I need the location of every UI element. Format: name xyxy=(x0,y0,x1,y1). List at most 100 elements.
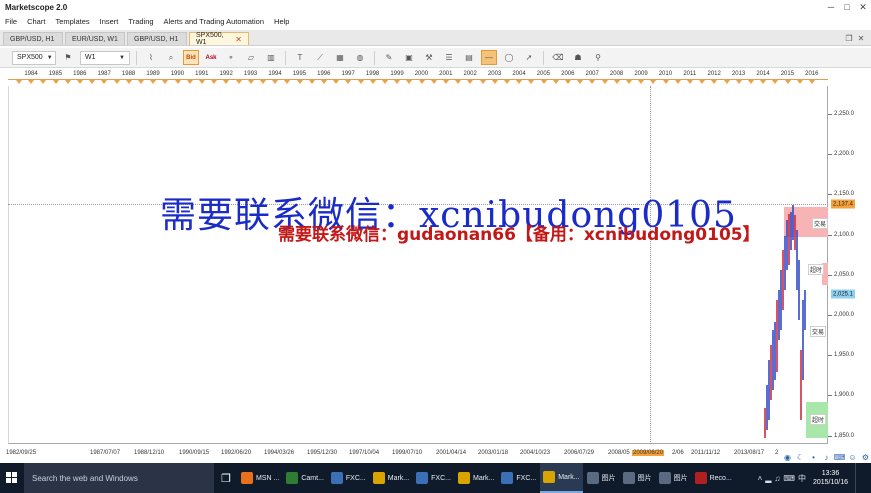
chart-status-tools: ◉ ☾ • ♪ ⌨ ☺ ⚙ xyxy=(782,452,871,463)
price-label: 1,850.0 xyxy=(834,432,855,439)
app-icon xyxy=(457,472,470,484)
clock-time: 13:36 xyxy=(821,470,840,477)
price-axis: 2,137.4 2,025.1 2,250.0 2,200.0 2,150.0 2,1… xyxy=(828,86,871,444)
app-icon xyxy=(694,472,707,484)
price-candles xyxy=(764,205,806,438)
taskbar-app[interactable]: 图片 xyxy=(656,463,691,493)
taskbar-app[interactable]: FXC... xyxy=(328,463,369,493)
date-label: 2004/10/23 xyxy=(520,450,551,456)
taskbar-app[interactable]: Mark... xyxy=(540,463,583,493)
high-price-flag: 2,137.4 xyxy=(831,199,856,209)
taskbar-app[interactable]: 图片 xyxy=(620,463,655,493)
price-label: 2,050.0 xyxy=(834,271,855,278)
task-view-icon[interactable]: ❐ xyxy=(214,463,238,493)
taskbar-app[interactable]: Camt... xyxy=(283,463,327,493)
windows-taskbar: Search the web and Windows ❐ MSN ... Camt… xyxy=(0,463,871,493)
user-icon[interactable]: ☺ xyxy=(847,452,858,463)
start-button[interactable] xyxy=(0,463,24,493)
price-tick xyxy=(828,395,832,397)
app-icon xyxy=(586,472,599,484)
keyboard-icon[interactable]: ⌨ xyxy=(783,474,795,483)
system-tray: ˄ ▂ ♫ ⌨ 中 13:36 2015/10/16 xyxy=(758,463,871,493)
taskbar-app[interactable]: MSN ... xyxy=(238,463,282,493)
mic-icon[interactable]: ♪ xyxy=(821,452,832,463)
app-label: FXC... xyxy=(516,474,537,482)
price-label: 1,900.0 xyxy=(834,392,855,399)
price-tick xyxy=(828,435,832,437)
taskbar-app[interactable]: Reco... xyxy=(692,463,735,493)
taskbar-app[interactable]: FXC... xyxy=(413,463,454,493)
price-tick xyxy=(828,114,832,115)
app-label: Camt... xyxy=(301,474,324,482)
date-label: 2/06 xyxy=(672,450,684,456)
dot-icon[interactable]: • xyxy=(808,452,819,463)
watermark-red: 需要联系微信：gudaonan66【备用：xcnibudong0105】 xyxy=(278,225,760,245)
date-label: 2003/01/18 xyxy=(478,450,509,456)
price-label: 2,100.0 xyxy=(834,231,855,238)
date-label: 1994/03/26 xyxy=(264,450,295,456)
taskbar-app[interactable]: 图片 xyxy=(584,463,619,493)
date-label: 1982/09/25 xyxy=(6,450,37,456)
volume-icon[interactable]: ♫ xyxy=(774,474,780,483)
date-label: 1990/09/15 xyxy=(179,450,210,456)
clock-date: 2015/10/16 xyxy=(812,479,848,486)
date-label: 2013/08/17 xyxy=(734,450,765,456)
moon-icon[interactable]: ☾ xyxy=(795,452,806,463)
keyboard-icon[interactable]: ⌨ xyxy=(834,452,846,463)
price-tick xyxy=(828,315,832,316)
date-label: 1988/12/10 xyxy=(134,450,165,456)
taskbar-app[interactable]: Mark... xyxy=(455,463,497,493)
date-label: 1999/07/10 xyxy=(392,450,423,456)
settings-icon[interactable]: ⚙ xyxy=(860,452,871,463)
app-icon xyxy=(241,472,253,484)
date-label: 2 xyxy=(775,450,779,456)
app-icon xyxy=(658,472,671,484)
windows-logo-icon xyxy=(6,472,17,483)
price-tick xyxy=(828,194,832,196)
app-icon xyxy=(330,472,343,484)
app-icon xyxy=(543,471,556,483)
network-icon[interactable]: ▂ xyxy=(765,474,771,483)
date-label: 2009/06/20 xyxy=(632,450,665,456)
app-icon xyxy=(622,472,635,484)
date-label: 2008/05 xyxy=(608,450,630,456)
show-desktop-button[interactable] xyxy=(855,463,867,493)
price-tick xyxy=(828,154,832,156)
app-label: MSN ... xyxy=(256,474,280,482)
date-label: 2001/04/14 xyxy=(436,450,467,456)
date-label: 2011/11/12 xyxy=(691,450,721,456)
price-label: 2,150.0 xyxy=(834,191,855,198)
app-icon xyxy=(286,472,299,484)
price-label: 2,000.0 xyxy=(834,312,855,318)
price-tick xyxy=(828,355,832,357)
current-price-flag: 2,025.1 xyxy=(831,289,856,299)
date-label: 2006/07/29 xyxy=(564,450,595,456)
app-label: FXC... xyxy=(345,474,366,482)
taskbar-app[interactable]: Mark... xyxy=(370,463,412,493)
price-tick xyxy=(828,234,832,236)
app-label: 图片 xyxy=(637,475,652,482)
taskbar-apps: MSN ... Camt... FXC... Mark... FXC... Mark...… xyxy=(238,463,736,493)
price-tick xyxy=(828,274,832,276)
date-label: 1997/10/04 xyxy=(349,450,380,456)
search-placeholder: Search the web and Windows xyxy=(32,473,138,483)
app-label: FXC... xyxy=(431,474,451,482)
app-label: Mark... xyxy=(558,473,580,481)
language-icon[interactable]: 中 xyxy=(798,473,806,484)
taskbar-search[interactable]: Search the web and Windows xyxy=(24,463,214,493)
chevron-up-icon[interactable]: ˄ xyxy=(758,474,763,483)
app-label: 图片 xyxy=(601,475,616,482)
price-label: 2,200.0 xyxy=(834,151,855,158)
app-icon xyxy=(416,472,429,484)
taskbar-app[interactable]: FXC... xyxy=(498,463,539,493)
app-icon xyxy=(501,472,514,484)
taskbar-clock[interactable]: 13:36 2015/10/16 xyxy=(813,469,848,487)
date-axis: 1982/09/25 1987/07/07 1988/12/10 1990/09/15… xyxy=(0,448,871,460)
date-label: 1992/06/20 xyxy=(221,450,252,456)
chat-icon[interactable]: ◉ xyxy=(782,452,793,463)
date-label: 1995/12/30 xyxy=(307,450,338,456)
app-label: Mark... xyxy=(472,474,495,482)
price-label: 1,950.0 xyxy=(834,352,855,359)
app-icon xyxy=(372,472,385,484)
app-label: Reco... xyxy=(709,474,732,482)
